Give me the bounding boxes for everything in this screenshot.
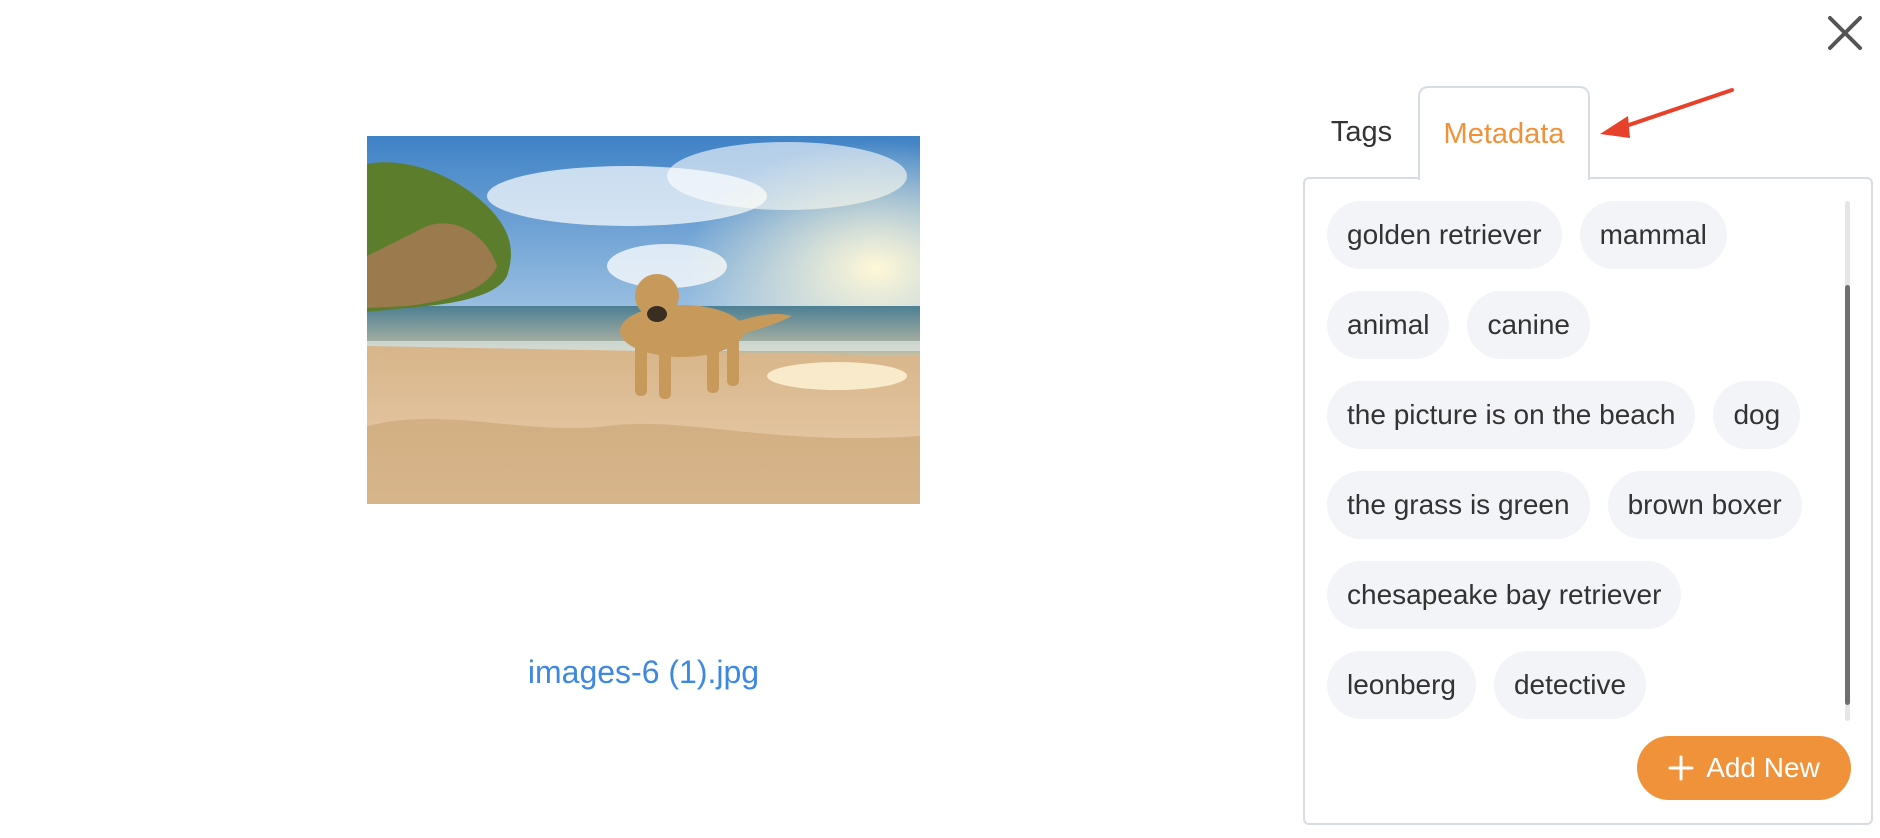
tag-chip[interactable]: canine	[1467, 291, 1590, 359]
tag-chip[interactable]: dog	[1713, 381, 1801, 449]
tag-chip[interactable]: mammal	[1579, 201, 1727, 269]
close-icon	[1828, 16, 1862, 50]
tag-chip[interactable]: chesapeake bay retriever	[1327, 561, 1682, 629]
tag-chip[interactable]: animal	[1327, 291, 1450, 359]
tag-editor-dialog: images-6 (1).jpg Tags Metadata golden re…	[0, 0, 1880, 838]
image-preview	[367, 136, 920, 504]
tag-chip[interactable]: leonberg	[1327, 651, 1476, 719]
file-name-link[interactable]: images-6 (1).jpg	[367, 654, 920, 691]
scrollbar-track[interactable]	[1845, 201, 1850, 721]
tag-chip[interactable]: brown boxer	[1607, 471, 1802, 539]
tab-metadata[interactable]: Metadata	[1418, 86, 1590, 180]
add-new-label: Add New	[1706, 752, 1820, 783]
tag-chip[interactable]: golden retriever	[1327, 201, 1562, 269]
tab-bar: Tags Metadata	[1305, 86, 1590, 180]
plus-icon	[1668, 755, 1694, 781]
close-button[interactable]	[1826, 14, 1864, 52]
metadata-panel: golden retriever mammal animal canine th…	[1303, 177, 1873, 825]
tag-chip[interactable]: the grass is green	[1327, 471, 1590, 539]
arrow-icon	[1600, 88, 1734, 138]
tab-tags[interactable]: Tags	[1305, 86, 1418, 178]
tag-chip[interactable]: detective	[1493, 651, 1647, 719]
scrollbar-thumb[interactable]	[1845, 285, 1850, 705]
tag-chip[interactable]: the picture is on the beach	[1327, 381, 1696, 449]
add-new-button[interactable]: Add New	[1637, 736, 1851, 800]
metadata-tag-list: golden retriever mammal animal canine th…	[1327, 201, 1827, 719]
